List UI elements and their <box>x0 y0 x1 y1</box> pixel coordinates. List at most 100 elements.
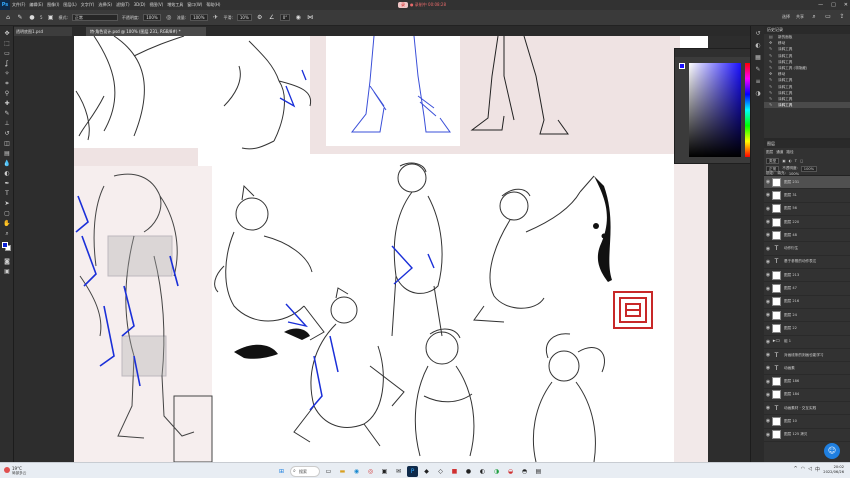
share-button[interactable]: 共享 <box>796 14 804 20</box>
select-button[interactable]: 选择 <box>782 14 790 20</box>
layer-name[interactable]: 图层 47 <box>784 286 797 291</box>
filter-type-icon[interactable]: T <box>795 159 797 163</box>
layer-name[interactable]: 图层 125 拷贝 <box>784 432 808 437</box>
visibility-eye-icon[interactable]: ◉ <box>764 379 772 385</box>
shape-tool-icon[interactable]: ▢ <box>3 210 11 217</box>
home-icon[interactable]: ⌂ <box>4 14 12 22</box>
layer-name[interactable]: 基于参照的动作表达 <box>784 259 816 264</box>
brush-settings-icon[interactable]: ▣ <box>47 14 55 22</box>
chrome-icon[interactable]: ◎ <box>365 466 376 477</box>
screen-mode-icon[interactable]: ▣ <box>3 268 11 275</box>
layer-row[interactable]: ◉ T 动画素材 · 交互实践 <box>764 402 850 416</box>
app-icon-i[interactable]: ▤ <box>533 466 544 477</box>
layer-row[interactable]: ◉ 图层 125 拷贝 <box>764 429 850 442</box>
layer-name[interactable]: 图层 56 <box>784 206 797 211</box>
layer-kind-filter[interactable]: 类型 <box>766 157 780 164</box>
color-picker-popup[interactable] <box>674 48 759 164</box>
layer-name[interactable]: 图层 213 <box>784 273 799 278</box>
brush-tool-icon[interactable]: ✎ <box>3 110 11 117</box>
brush-panel-icon[interactable]: ✎ <box>754 66 762 74</box>
layer-row[interactable]: ◉ 图层 22 <box>764 322 850 336</box>
layer-name[interactable]: 图层 186 <box>784 379 799 384</box>
menu-file[interactable]: 文件(F) <box>10 0 27 10</box>
taskbar-search[interactable]: ⌕ 搜索 <box>290 465 320 477</box>
layer-row[interactable]: ◉ 图层 24 <box>764 309 850 323</box>
visibility-eye-icon[interactable]: ◉ <box>764 312 772 318</box>
zoom-tool-icon[interactable]: ⌕ <box>3 230 11 237</box>
eraser-tool-icon[interactable]: ◫ <box>3 140 11 147</box>
visibility-eye-icon[interactable]: ◉ <box>764 365 772 371</box>
mail-icon[interactable]: ✉ <box>393 466 404 477</box>
layer-row[interactable]: ◉ T 动画素 <box>764 362 850 376</box>
visibility-eye-icon[interactable]: ◉ <box>764 418 772 424</box>
visibility-eye-icon[interactable]: ◉ <box>764 286 772 292</box>
smooth-settings-icon[interactable]: ⚙ <box>256 14 264 22</box>
tab-paths[interactable]: 路径 <box>786 150 793 155</box>
layer-opacity-field[interactable]: 100% <box>800 165 818 172</box>
crop-tool-icon[interactable]: ⌗ <box>3 80 11 87</box>
saturation-field[interactable] <box>689 63 741 157</box>
menu-plugins[interactable]: 增效工具 <box>165 0 185 10</box>
visibility-eye-icon[interactable]: ◉ <box>764 432 772 438</box>
app-icon-c[interactable]: ■ <box>449 466 460 477</box>
workspace-icon[interactable]: ▭ <box>824 13 832 21</box>
layer-row[interactable]: ◉ 图层 216 <box>764 296 850 309</box>
menu-type[interactable]: 文字(Y) <box>79 0 97 10</box>
layer-name[interactable]: 组 1 <box>784 339 791 344</box>
brush-size[interactable]: 5 <box>40 15 43 20</box>
tab-channels[interactable]: 通道 <box>776 150 783 155</box>
app-icon-f[interactable]: ◑ <box>491 466 502 477</box>
drawing-canvas[interactable] <box>74 36 708 462</box>
document-tab-active[interactable]: 特·角色设计.psd @ 100% (图层 231, RGB/8#) * <box>86 27 206 36</box>
network-icon[interactable]: ◠ <box>801 466 805 473</box>
start-icon[interactable]: ⊞ <box>276 466 287 477</box>
layer-row[interactable]: ◉ 图层 220 <box>764 216 850 230</box>
layer-name[interactable]: 图层 10 <box>784 419 797 424</box>
menu-view[interactable]: 视图(V) <box>147 0 165 10</box>
layer-row[interactable]: ◉ ▸▭ 组 1 <box>764 336 850 349</box>
layer-row[interactable]: ◉ 图层 47 <box>764 282 850 296</box>
layer-name[interactable]: 图层 231 <box>784 180 799 185</box>
visibility-eye-icon[interactable]: ◉ <box>764 352 772 358</box>
path-select-icon[interactable]: ➤ <box>3 200 11 207</box>
app-icon-a[interactable]: ◆ <box>421 466 432 477</box>
layer-row[interactable]: ◉ T 对画线条的刻画也能学习 <box>764 349 850 363</box>
layer-row[interactable]: ◉ 图层 186 <box>764 375 850 389</box>
smooth-field[interactable]: 10% <box>236 14 252 21</box>
share-icon[interactable]: ⇪ <box>838 13 846 21</box>
visibility-eye-icon[interactable]: ◉ <box>764 179 772 185</box>
history-panel-icon[interactable]: ↺ <box>754 30 762 38</box>
file-explorer-icon[interactable]: ▬ <box>337 466 348 477</box>
adjustments-panel-icon[interactable]: ◑ <box>754 90 762 98</box>
photoshop-app-icon[interactable]: P <box>407 465 418 477</box>
visibility-eye-icon[interactable]: ◉ <box>764 232 772 238</box>
visibility-eye-icon[interactable]: ◉ <box>764 259 772 265</box>
layer-row[interactable]: ◉ T 动作衍生 <box>764 242 850 256</box>
visibility-eye-icon[interactable]: ◉ <box>764 405 772 411</box>
blur-tool-icon[interactable]: 💧 <box>3 160 11 167</box>
menu-edit[interactable]: 编辑(E) <box>27 0 45 10</box>
visibility-eye-icon[interactable]: ◉ <box>764 299 772 305</box>
app-icon-g[interactable]: ◒ <box>505 466 516 477</box>
quick-select-icon[interactable]: ✧ <box>3 70 11 77</box>
app-icon-d[interactable]: ● <box>463 466 474 477</box>
dodge-tool-icon[interactable]: ◐ <box>3 170 11 177</box>
quick-mask-icon[interactable]: ◙ <box>3 258 11 265</box>
stamp-tool-icon[interactable]: ⊥ <box>3 120 11 127</box>
tray-chevron-icon[interactable]: ^ <box>794 466 798 473</box>
maximize-icon[interactable]: □ <box>831 2 836 8</box>
angle-icon[interactable]: ∠ <box>268 14 276 22</box>
layer-row[interactable]: ◉ 图层 10 <box>764 415 850 429</box>
angle-field[interactable]: 0° <box>279 14 291 21</box>
fill-field[interactable]: 100% <box>789 172 799 176</box>
healing-tool-icon[interactable]: ✚ <box>3 100 11 107</box>
visibility-eye-icon[interactable]: ◉ <box>764 192 772 198</box>
history-item[interactable]: ✎ 涂鸦工具 <box>764 102 850 109</box>
volume-icon[interactable]: ◁ <box>808 466 812 473</box>
layer-name[interactable]: 图层 48 <box>784 233 797 238</box>
layer-name[interactable]: 图层 216 <box>784 299 799 304</box>
taskbar-clock[interactable]: 20:02 2022/06/26 <box>823 465 844 475</box>
tab-layers[interactable]: 图层 <box>766 150 773 155</box>
foreground-color-swatch[interactable] <box>2 242 8 248</box>
visibility-eye-icon[interactable]: ◉ <box>764 272 772 278</box>
